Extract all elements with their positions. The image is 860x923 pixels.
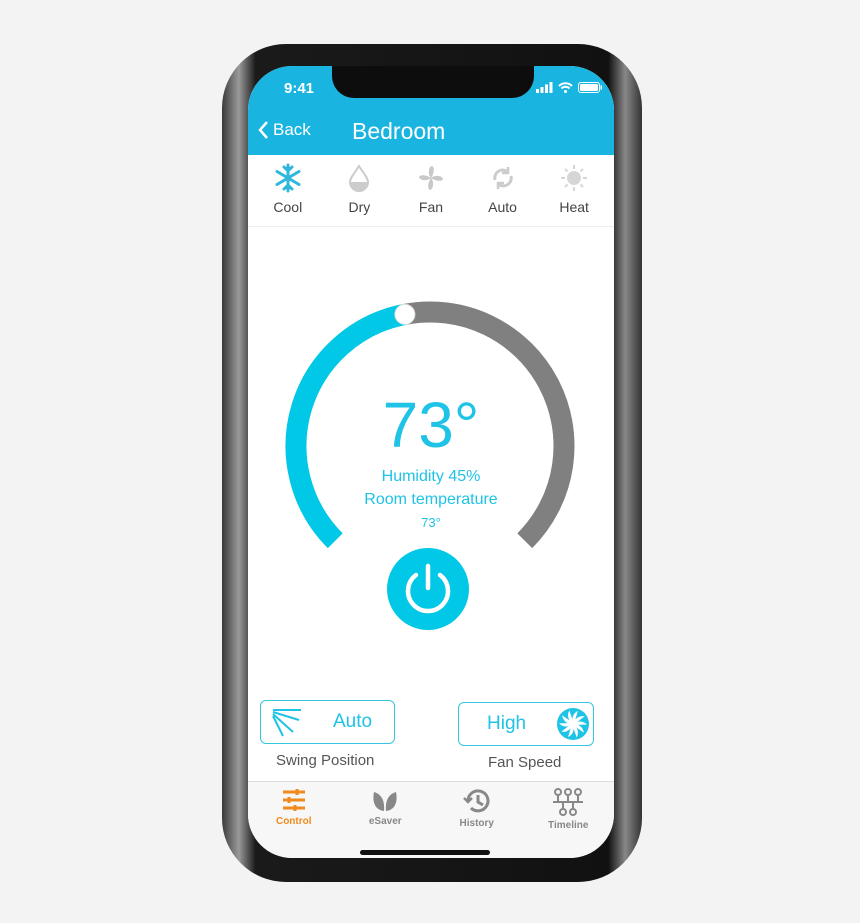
fan-speed-button[interactable]: High [458,702,594,746]
swing-value: Auto [333,711,373,732]
fan-speed-label: Fan Speed [488,754,562,771]
fan-speed-icon [557,708,589,740]
power-button[interactable] [387,548,469,630]
leaf-icon [373,792,397,811]
tab-label: eSaver [368,816,402,827]
history-icon [462,789,490,813]
tab-timeline[interactable]: Timeline [528,782,608,858]
tab-label: History [459,818,494,829]
humidity-readout: Humidity 45% [381,468,481,485]
setpoint-temperature: 73° [382,389,480,461]
home-indicator [360,850,490,855]
dial-knob[interactable] [394,303,416,325]
swing-icon [272,709,301,737]
tab-label: Control [275,816,312,827]
tab-history[interactable]: History [437,782,517,858]
room-temperature-value: 73° [421,515,441,530]
tab-bar: Control eSaver History Timeline [248,781,614,858]
sliders-icon [282,789,305,811]
tab-control[interactable]: Control [254,782,334,858]
swing-position-button[interactable]: Auto [260,700,395,744]
fan-speed-value: High [487,713,527,734]
tab-esaver[interactable]: eSaver [345,782,425,858]
room-temperature-label: Room temperature [364,491,498,508]
app-screen: 9:41 Back Bedroom Cool Dry Fan Auto Heat… [248,66,614,858]
timeline-icon [553,788,584,816]
swing-position-label: Swing Position [276,752,375,769]
tab-label: Timeline [548,820,589,831]
